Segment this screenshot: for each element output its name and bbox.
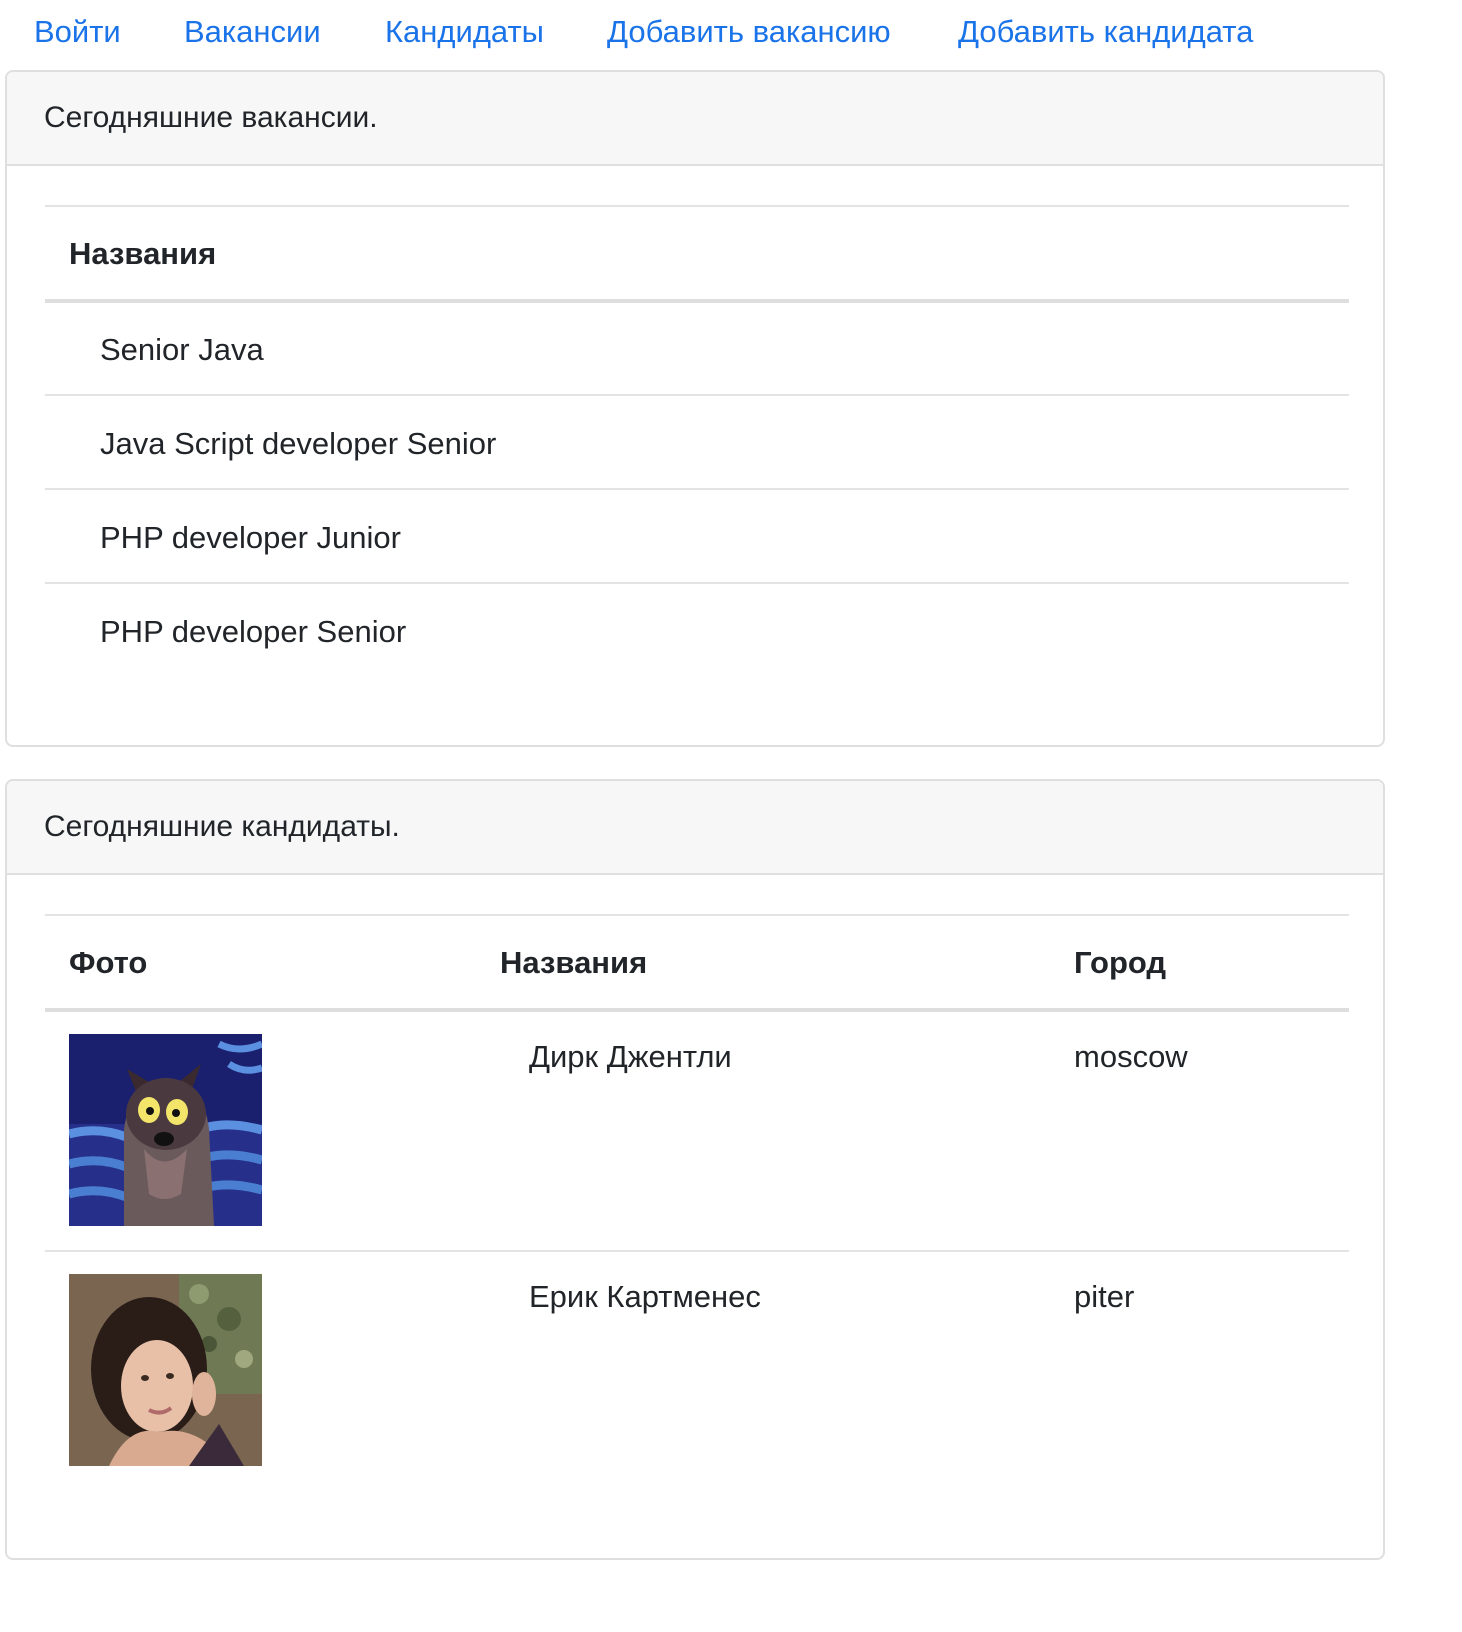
cartoon-wolf-photo (69, 1034, 262, 1226)
table-header-divider (45, 299, 1349, 303)
vacancy-row-name[interactable]: Senior Java (100, 330, 264, 370)
candidates-table: Фото Названия Город Дирк Джентли moscow … (45, 914, 1349, 1514)
nav-link-candidates[interactable]: Кандидаты (385, 12, 544, 52)
table-header-divider (45, 1008, 1349, 1012)
top-nav: Войти Вакансии Кандидаты Добавить ваканс… (0, 0, 1400, 66)
nav-link-add-candidate[interactable]: Добавить кандидата (958, 12, 1253, 52)
nav-link-vacancies[interactable]: Вакансии (184, 12, 321, 52)
candidates-card-header: Сегодняшние кандидаты. (7, 781, 1383, 875)
vacancy-row-name[interactable]: PHP developer Senior (100, 612, 406, 652)
table-divider (45, 582, 1349, 584)
candidate-row-city: piter (1074, 1279, 1135, 1314)
nav-link-add-vacancy[interactable]: Добавить вакансию (607, 12, 891, 52)
candidate-row-name[interactable]: Ерик Картменес (529, 1277, 761, 1317)
table-divider (45, 488, 1349, 490)
candidates-header-name: Названия (500, 945, 648, 980)
candidates-card-title: Сегодняшние кандидаты. (44, 810, 400, 843)
vacancy-row-name[interactable]: Java Script developer Senior (100, 424, 496, 464)
candidates-card: Сегодняшние кандидаты. Фото Названия Гор… (5, 779, 1385, 1560)
table-divider (45, 1250, 1349, 1252)
table-divider (45, 394, 1349, 396)
vacancies-header-name: Названия (69, 236, 217, 271)
nav-link-login[interactable]: Войти (34, 12, 121, 52)
vacancies-card-header: Сегодняшние вакансии. (7, 72, 1383, 166)
candidate-row-name[interactable]: Дирк Джентли (529, 1037, 732, 1077)
woman-portrait-photo (69, 1274, 262, 1466)
candidate-row-city: moscow (1074, 1039, 1188, 1074)
vacancies-table: Названия Senior Java Java Script develop… (45, 205, 1349, 685)
vacancies-card: Сегодняшние вакансии. Названия Senior Ja… (5, 70, 1385, 747)
table-divider (45, 914, 1349, 916)
candidates-header-photo: Фото (69, 945, 148, 980)
vacancy-row-name[interactable]: PHP developer Junior (100, 518, 401, 558)
table-divider (45, 205, 1349, 207)
vacancies-card-title: Сегодняшние вакансии. (44, 101, 378, 134)
candidates-header-city: Город (1074, 945, 1167, 980)
